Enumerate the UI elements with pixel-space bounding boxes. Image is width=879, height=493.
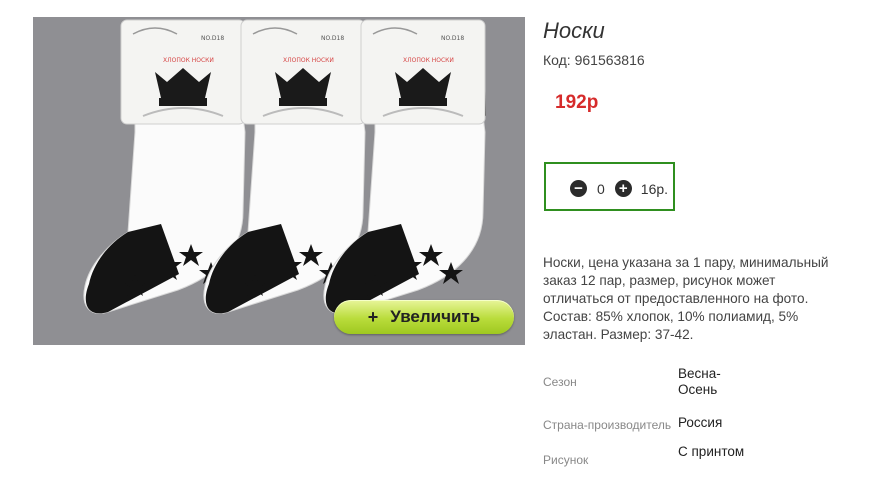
attribute-value: Весна-Осень — [678, 366, 721, 397]
attribute-row-season: Сезон Весна-Осень — [543, 366, 748, 415]
attributes-table: Сезон Весна-Осень Страна-производитель Р… — [543, 366, 748, 493]
product-price: 192р — [555, 92, 599, 113]
plus-icon[interactable]: + — [614, 180, 632, 197]
minus-icon[interactable]: − — [570, 180, 587, 197]
product-code: Код: 961563816 — [543, 52, 645, 68]
attribute-key: Сезон — [543, 375, 577, 389]
socks-image: NO.D18 ХЛОПОК НОСКИ — [82, 19, 487, 315]
attribute-key: Страна-производитель — [543, 418, 672, 432]
quantity-selector: − 0 + 16р. — [544, 162, 675, 211]
product-photo[interactable]: NO.D18 ХЛОПОК НОСКИ + Увеличить — [33, 17, 525, 345]
zoom-button[interactable]: + Увеличить — [334, 300, 514, 334]
product-title: Носки — [543, 18, 605, 43]
attribute-row-pattern: Рисунок С принтом — [543, 444, 748, 493]
plus-icon: + — [367, 306, 379, 327]
pack-price: 16р. — [640, 180, 669, 197]
attribute-key: Рисунок — [543, 453, 589, 467]
attribute-row-country: Страна-производитель Россия — [543, 415, 748, 444]
product-description: Носки, цена указана за 1 пару, минимальн… — [543, 255, 829, 342]
quantity-value[interactable]: 0 — [597, 181, 605, 197]
attribute-value: Россия — [678, 415, 723, 430]
attribute-value: С принтом — [678, 444, 745, 459]
zoom-label: Увеличить — [390, 307, 481, 326]
